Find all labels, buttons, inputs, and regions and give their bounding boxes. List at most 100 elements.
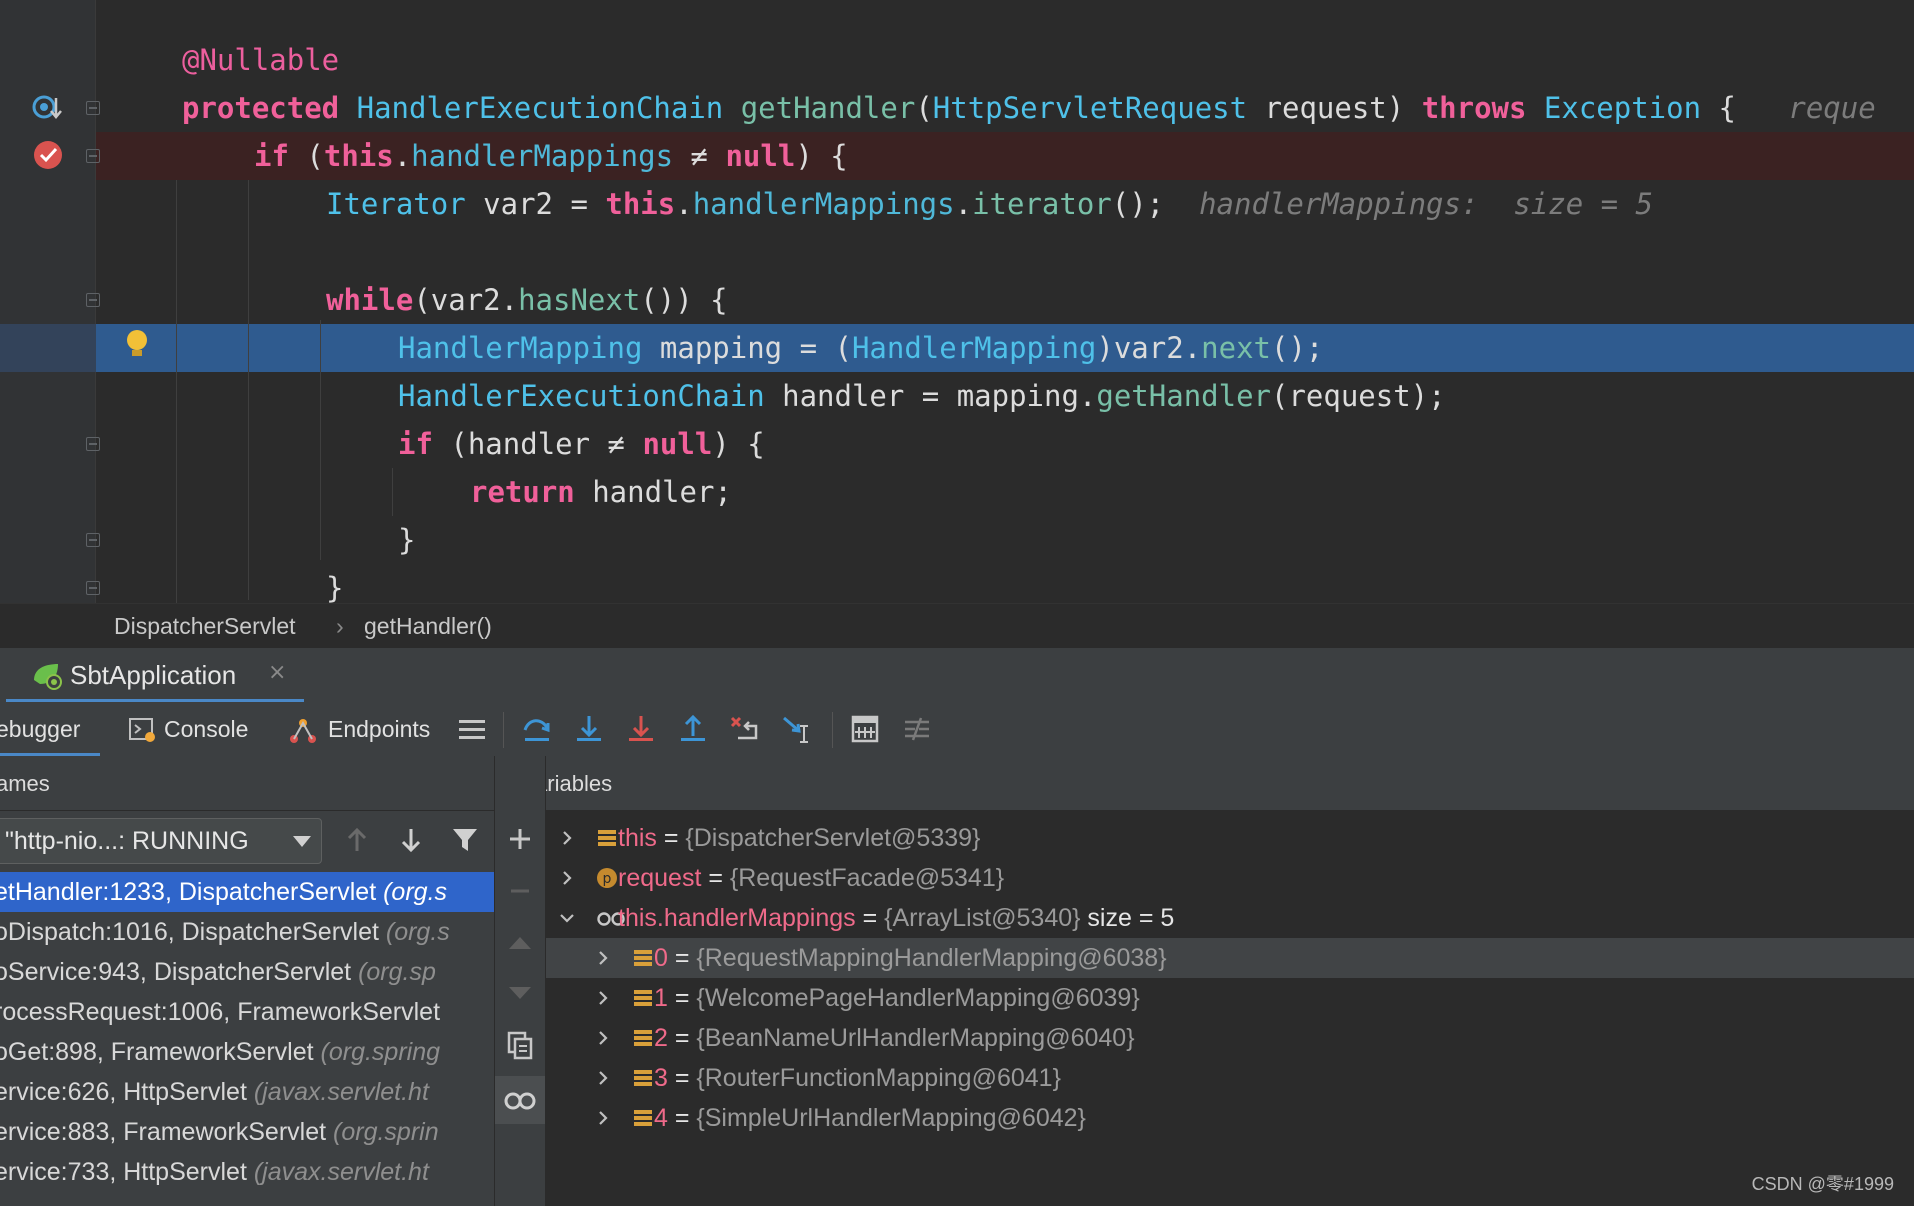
variable-value: {BeanNameUrlHandlerMapping@6040} — [696, 1024, 1135, 1052]
code-line[interactable]: } — [0, 564, 1914, 603]
code-line[interactable]: } — [0, 516, 1914, 564]
code-token: next — [1201, 331, 1271, 365]
code-line[interactable] — [0, 228, 1914, 276]
breakpoint-icon[interactable] — [32, 138, 66, 172]
thread-select[interactable]: "http-nio...: RUNNING — [0, 818, 322, 864]
stack-frame-item[interactable]: ervice:626, HttpServlet (javax.servlet.h… — [0, 1072, 494, 1112]
code-line[interactable]: if (this.handlerMappings ≠ null) { — [96, 132, 1914, 180]
variable-row[interactable]: this = {DispatcherServlet@5339} — [546, 818, 1914, 858]
copy-icon[interactable] — [503, 1028, 537, 1062]
chevron-down-icon[interactable] — [558, 909, 576, 927]
code-token: HandlerExecutionChain — [398, 379, 765, 413]
variables-header: Variables — [546, 756, 1914, 811]
run-tab-sbtapplication[interactable]: SbtApplication × — [6, 648, 304, 702]
variable-row[interactable]: 4 = {SimpleUrlHandlerMapping@6042} — [546, 1098, 1914, 1138]
chevron-right-icon[interactable] — [594, 1069, 612, 1087]
step-out-icon[interactable] — [676, 712, 710, 746]
run-to-cursor-icon[interactable] — [780, 712, 814, 746]
drop-frame-icon[interactable] — [728, 712, 762, 746]
fold-marker[interactable] — [86, 437, 100, 451]
code-token: protected — [182, 91, 357, 125]
arrow-up-icon[interactable] — [342, 825, 372, 855]
force-step-into-icon[interactable] — [624, 712, 658, 746]
remove-watch-icon[interactable] — [503, 874, 537, 908]
code-line[interactable]: if (handler ≠ null) { — [0, 420, 1914, 468]
fold-marker[interactable] — [86, 581, 100, 595]
variable-row[interactable]: 2 = {BeanNameUrlHandlerMapping@6040} — [546, 1018, 1914, 1058]
code-token: (); — [1271, 331, 1324, 365]
field-icon — [598, 830, 616, 846]
fold-marker[interactable] — [86, 533, 100, 547]
code-token: (); — [1111, 187, 1200, 221]
variable-text: 2 = {BeanNameUrlHandlerMapping@6040} — [654, 1018, 1135, 1058]
variable-row[interactable]: this.handlerMappings = {ArrayList@5340} … — [546, 898, 1914, 938]
lightbulb-icon[interactable] — [123, 328, 151, 362]
tab-console[interactable]: Console — [124, 702, 254, 756]
code-token: HandlerMapping — [851, 331, 1097, 365]
show-frames-menu-icon[interactable] — [455, 712, 489, 746]
variable-row[interactable]: p request = {RequestFacade@5341} — [546, 858, 1914, 898]
evaluate-expression-icon[interactable] — [848, 712, 882, 746]
code-token: request) — [1247, 91, 1422, 125]
code-line[interactable]: return handler; — [0, 468, 1914, 516]
fold-marker[interactable] — [86, 149, 100, 163]
stack-frame-item[interactable]: etHandler:1233, DispatcherServlet (org.s — [0, 872, 494, 912]
trace-current-stream-icon[interactable] — [900, 712, 934, 746]
chevron-right-icon[interactable] — [558, 829, 576, 847]
code-line[interactable]: @Nullable — [0, 36, 1914, 84]
breadcrumb-class[interactable]: DispatcherServlet — [114, 613, 296, 640]
arrow-down-icon[interactable] — [396, 825, 426, 855]
code-line[interactable]: HandlerMapping mapping = (HandlerMapping… — [96, 324, 1914, 372]
code-token: throws — [1421, 91, 1544, 125]
stack-frame-item[interactable]: ervice:883, FrameworkServlet (org.sprin — [0, 1112, 494, 1152]
run-tab-close-icon[interactable]: × — [268, 660, 286, 685]
step-over-icon[interactable] — [520, 712, 554, 746]
code-text: } — [398, 516, 415, 564]
variable-row[interactable]: 3 = {RouterFunctionMapping@6041} — [546, 1058, 1914, 1098]
chevron-right-icon[interactable] — [558, 869, 576, 887]
stack-frame-item[interactable]: oGet:898, FrameworkServlet (org.spring — [0, 1032, 494, 1072]
breadcrumb-method[interactable]: getHandler() — [364, 613, 492, 640]
chevron-right-icon[interactable] — [594, 949, 612, 967]
fold-marker[interactable] — [86, 101, 100, 115]
chevron-right-icon[interactable] — [594, 1029, 612, 1047]
variable-value: {SimpleUrlHandlerMapping@6042} — [696, 1104, 1086, 1132]
variable-equals: = — [855, 904, 885, 932]
filter-icon[interactable] — [450, 825, 480, 855]
code-editor[interactable]: @Nullable protected HandlerExecutionChain… — [0, 0, 1914, 603]
code-line[interactable]: while(var2.hasNext()) { — [0, 276, 1914, 324]
method-breakpoint-icon[interactable] — [30, 92, 64, 126]
code-line[interactable]: protected HandlerExecutionChain getHandl… — [0, 84, 1914, 132]
frames-panel: ames "http-nio...: RUNNING etHandler:123… — [0, 756, 495, 1206]
stack-frame-label: ervice:733, HttpServlet (javax.servlet.h… — [0, 1152, 429, 1192]
add-watch-icon[interactable] — [503, 822, 537, 856]
variable-row[interactable]: 0 = {RequestMappingHandlerMapping@6038} — [546, 938, 1914, 978]
variable-name: 3 — [654, 1064, 668, 1092]
stack-frame-package: (org.sp — [358, 958, 436, 986]
tab-debugger[interactable]: ebugger — [0, 702, 100, 756]
variable-equals: = — [667, 1064, 697, 1092]
code-line[interactable]: Iterator var2 = this.handlerMappings.ite… — [0, 180, 1914, 228]
chevron-right-icon[interactable] — [594, 989, 612, 1007]
step-into-icon[interactable] — [572, 712, 606, 746]
stack-frame-item[interactable]: ervice:733, HttpServlet (javax.servlet.h… — [0, 1152, 494, 1192]
code-token: (handler ≠ — [450, 427, 643, 461]
stack-frame-item[interactable]: rocessRequest:1006, FrameworkServlet — [0, 992, 494, 1032]
code-text: while(var2.hasNext()) { — [326, 276, 728, 324]
stack-frame-item[interactable]: oService:943, DispatcherServlet (org.sp — [0, 952, 494, 992]
move-up-icon[interactable] — [503, 926, 537, 960]
code-line[interactable]: HandlerExecutionChain handler = mapping.… — [0, 372, 1914, 420]
show-watches-toggle[interactable] — [495, 1076, 545, 1124]
endpoints-icon — [290, 719, 316, 743]
stack-frame-item[interactable]: oDispatch:1016, DispatcherServlet (org.s — [0, 912, 494, 952]
chevron-right-icon[interactable] — [594, 1109, 612, 1127]
stack-frame-method: rocessRequest:1006, FrameworkServlet — [0, 998, 441, 1026]
code-token: iterator — [972, 187, 1112, 221]
fold-marker[interactable] — [86, 293, 100, 307]
move-down-icon[interactable] — [503, 976, 537, 1010]
stack-frame-method: ervice:883, FrameworkServlet — [0, 1118, 334, 1146]
tab-endpoints[interactable]: Endpoints — [288, 702, 438, 756]
code-text: HandlerMapping mapping = (HandlerMapping… — [398, 324, 1323, 372]
code-token: ()) { — [640, 283, 728, 317]
variable-row[interactable]: 1 = {WelcomePageHandlerMapping@6039} — [546, 978, 1914, 1018]
